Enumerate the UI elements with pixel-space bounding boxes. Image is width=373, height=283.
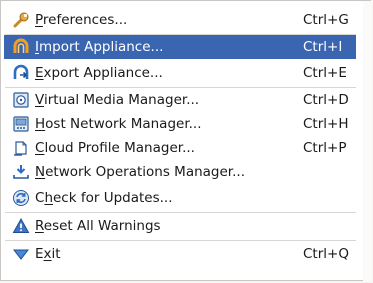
shortcut-label: Ctrl+H <box>303 116 349 132</box>
menu-item-reset-all-warnings[interactable]: Reset All Warnings <box>4 214 356 238</box>
network-operations-icon <box>12 163 30 181</box>
menu-item-label: Check for Updates... <box>35 190 173 206</box>
file-menu: Preferences... Ctrl+G Import Appliance..… <box>0 0 372 282</box>
menu-right-rail <box>363 1 372 282</box>
export-appliance-icon <box>12 64 30 82</box>
menu-item-label: Cloud Profile Manager... <box>35 140 195 156</box>
virtual-media-icon <box>12 91 30 109</box>
menu-item-export-appliance[interactable]: Export Appliance... Ctrl+E <box>4 61 356 85</box>
exit-icon <box>12 245 30 263</box>
menu-item-label: Reset All Warnings <box>35 218 161 234</box>
warning-icon <box>12 217 30 235</box>
menu-item-virtual-media-manager[interactable]: Virtual Media Manager... Ctrl+D <box>4 88 356 112</box>
menu-item-label: Host Network Manager... <box>35 116 202 132</box>
import-appliance-icon <box>12 38 30 56</box>
menu-item-network-operations-manager[interactable]: Network Operations Manager... <box>4 160 356 184</box>
shortcut-label: Ctrl+Q <box>303 246 349 262</box>
menu-item-label: Virtual Media Manager... <box>35 92 200 108</box>
menu-item-cloud-profile-manager[interactable]: Cloud Profile Manager... Ctrl+P <box>4 136 356 160</box>
cloud-profile-icon <box>12 139 30 157</box>
menu-item-label: Exit <box>35 246 61 262</box>
refresh-icon <box>12 189 30 207</box>
menu-item-preferences[interactable]: Preferences... Ctrl+G <box>4 8 356 32</box>
menu-item-import-appliance[interactable]: Import Appliance... Ctrl+I <box>4 35 356 59</box>
separator <box>5 212 356 213</box>
wrench-icon <box>12 11 30 29</box>
host-network-icon <box>12 115 30 133</box>
separator <box>5 240 356 241</box>
menu-item-exit[interactable]: Exit Ctrl+Q <box>4 242 356 266</box>
shortcut-label: Ctrl+I <box>303 39 343 55</box>
shortcut-label: Ctrl+P <box>303 140 347 156</box>
menu-item-label: Import Appliance... <box>35 39 164 55</box>
shortcut-label: Ctrl+D <box>303 92 349 108</box>
menu-item-check-for-updates[interactable]: Check for Updates... <box>4 186 356 210</box>
menu-item-label: Preferences... <box>35 12 128 28</box>
shortcut-label: Ctrl+G <box>303 12 349 28</box>
menu-item-label: Export Appliance... <box>35 65 163 81</box>
menu-item-host-network-manager[interactable]: Host Network Manager... Ctrl+H <box>4 112 356 136</box>
menu-item-label: Network Operations Manager... <box>35 164 245 180</box>
shortcut-label: Ctrl+E <box>303 65 347 81</box>
